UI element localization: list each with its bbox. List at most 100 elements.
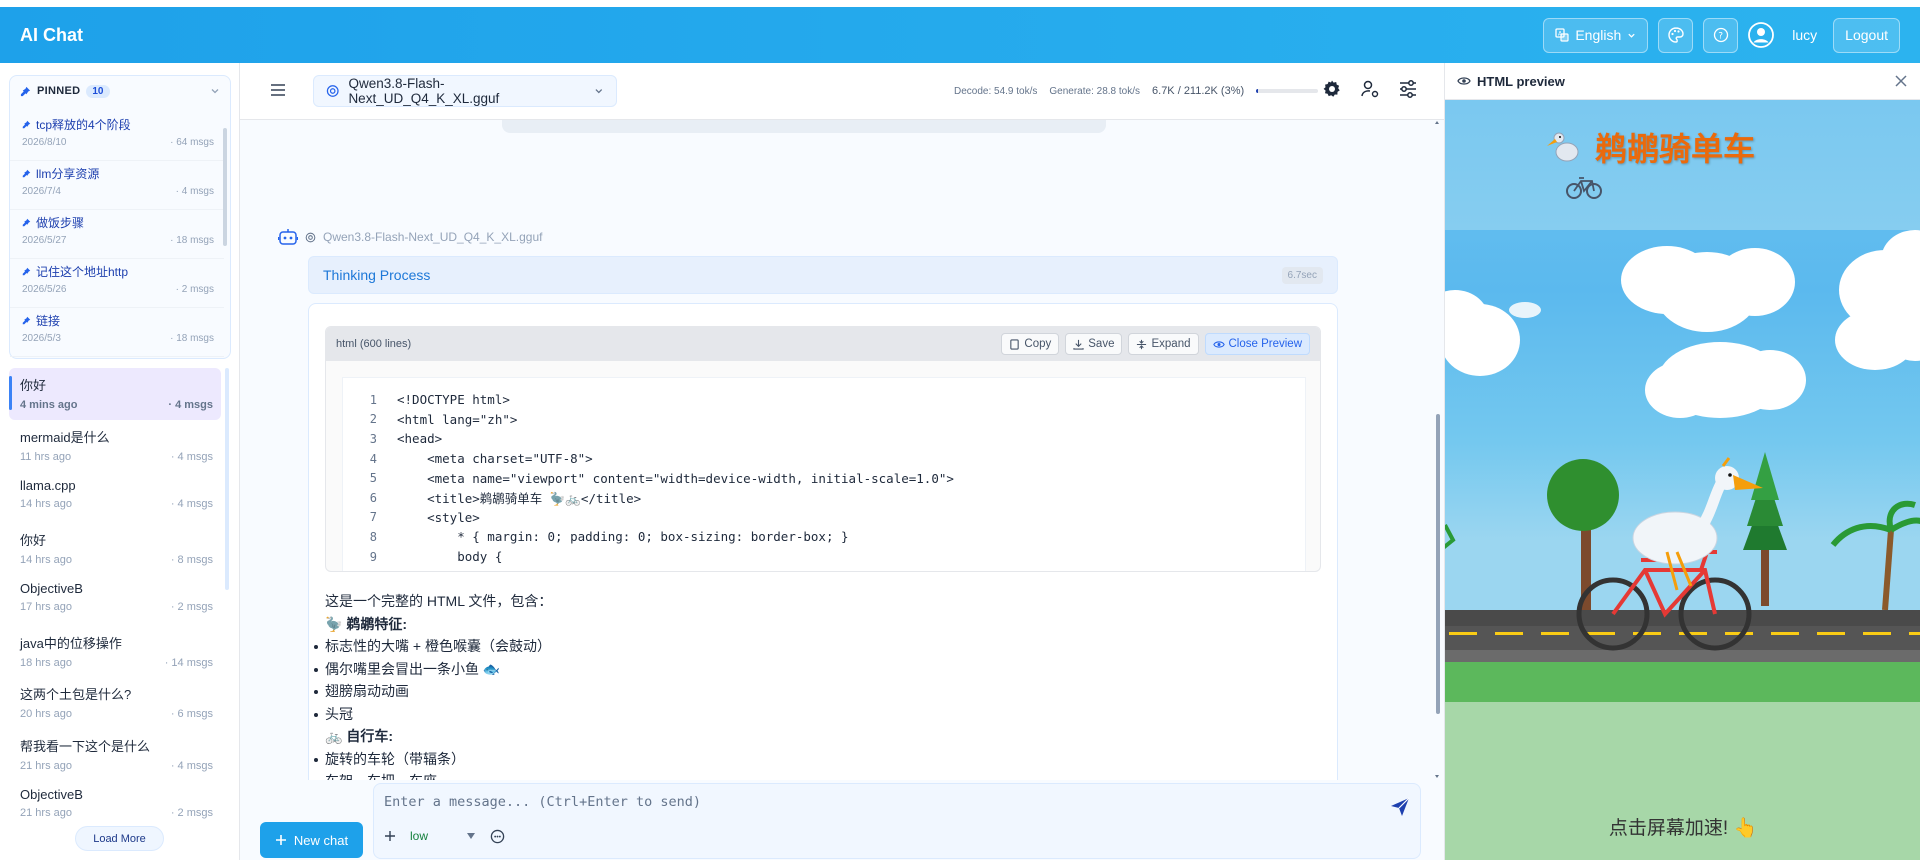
pinned-item-count: · 4 msgs [175, 186, 214, 197]
pinned-item-count: · 18 msgs [170, 333, 214, 344]
pinned-item[interactable]: llm分享资源 2026/7/4 · 4 msgs [10, 161, 224, 210]
model-name: Qwen3.8-Flash-Next_UD_Q4_K_XL.gguf [348, 76, 500, 106]
svg-text:?: ? [1718, 31, 1723, 41]
conversation-item[interactable]: ObjectiveB 17 hrs ago · 2 msgs [9, 574, 221, 626]
line-number: 5 [369, 471, 377, 486]
model-selector[interactable]: Qwen3.8-Flash-Next_UD_Q4_K_XL.gguf [313, 75, 617, 107]
message-input[interactable]: Enter a message... (Ctrl+Enter to send) [384, 794, 1344, 810]
load-more-button[interactable]: Load More [75, 826, 164, 851]
pinned-item[interactable]: 做饭步骤 2026/5/27 · 18 msgs [10, 210, 224, 259]
conversation-item[interactable]: 你好 4 mins ago · 4 msgs [9, 368, 221, 420]
close-icon[interactable] [1894, 74, 1908, 88]
conversation-item[interactable]: java中的位移操作 18 hrs ago · 14 msgs [9, 626, 221, 678]
conversation-time: 11 hrs ago [20, 450, 72, 463]
copy-label: Copy [1024, 338, 1052, 350]
code-block: html (600 lines) Copy Save Expand Close … [325, 326, 1321, 572]
pinned-item-title: 链接 [36, 314, 61, 328]
logout-button[interactable]: Logout [1833, 17, 1900, 53]
pinned-section: PINNED 10 tcp释放的4个阶段 2026/8/10 · 64 msgs ll… [9, 75, 231, 359]
sidebar: PINNED 10 tcp释放的4个阶段 2026/8/10 · 64 msgs ll… [0, 63, 240, 860]
conversation-title: 这两个土包是什么? [20, 687, 132, 702]
code-text: <head> [397, 431, 443, 447]
conversation-title: 你好 [20, 378, 47, 393]
code-line: 9 body { [343, 547, 1305, 567]
pinned-scrollbar[interactable] [223, 128, 227, 246]
chat-bubble-icon[interactable] [490, 829, 505, 844]
code-line: 8 * { margin: 0; padding: 0; box-sizing:… [343, 527, 1305, 547]
copy-icon [1010, 338, 1020, 350]
conversation-msg-count: · 4 msgs [170, 450, 213, 463]
menu-icon[interactable] [270, 83, 286, 97]
pin-icon [22, 120, 31, 129]
code-content[interactable]: 1 <!DOCTYPE html> 2 <html lang="zh"> 3 <head>… [342, 377, 1306, 571]
send-icon[interactable] [1389, 796, 1411, 818]
conversation-scrollbar[interactable] [225, 368, 229, 590]
pin-icon [20, 86, 31, 96]
conversation-title: java中的位移操作 [20, 635, 122, 651]
chat-scrollbar-thumb[interactable] [1436, 414, 1440, 714]
expand-button[interactable]: Expand [1128, 333, 1199, 355]
conversation-item[interactable]: ObjectiveB 21 hrs ago · 2 msgs [9, 780, 221, 832]
robot-icon [278, 229, 298, 245]
conversation-msg-count: · 2 msgs [170, 601, 213, 613]
code-line: 4 <meta charset="UTF-8"> [343, 449, 1305, 469]
new-chat-button[interactable]: New chat [260, 822, 363, 858]
html-preview-panel: HTML preview 鹈鹕骑单车 点击屏幕加速! 👆 [1444, 63, 1920, 860]
generate-speed: Generate: 28.8 tok/s [1049, 85, 1141, 97]
conversation-title: 帮我看一下这个是什么 [20, 738, 151, 754]
pinned-item-date: 2026/5/3 [22, 333, 61, 344]
line-number: 2 [369, 412, 377, 427]
code-text: * { margin: 0; padding: 0; box-sizing: b… [397, 529, 849, 545]
chevron-down-icon[interactable] [210, 86, 220, 96]
conversation-item[interactable]: 帮我看一下这个是什么 21 hrs ago · 4 msgs [9, 729, 221, 781]
code-line: 5 <meta name="viewport" content="width=d… [343, 468, 1305, 488]
conversation-item[interactable]: 你好 14 hrs ago · 8 msgs [9, 523, 221, 575]
pinned-item-date: 2026/5/27 [22, 235, 67, 246]
window-top-strip [0, 0, 1920, 7]
generation-stats: Decode: 54.9 tok/s Generate: 28.8 tok/s … [954, 85, 1319, 97]
chat-toolbar: Qwen3.8-Flash-Next_UD_Q4_K_XL.gguf Decod… [240, 63, 1444, 120]
pin-icon [22, 316, 31, 325]
sliders-icon[interactable] [1398, 79, 1418, 99]
language-select[interactable]: A English [1543, 17, 1649, 53]
line-number: 8 [369, 529, 377, 544]
pin-icon [22, 267, 31, 276]
chat-scroll-area[interactable]: Qwen3.8-Flash-Next_UD_Q4_K_XL.gguf Think… [240, 120, 1444, 780]
user-settings-icon[interactable] [1360, 79, 1380, 99]
conversation-item[interactable]: 这两个土包是什么? 20 hrs ago · 6 msgs [9, 677, 221, 729]
section-heading: 🦤 鹈鹕特征: [325, 615, 407, 632]
user-name: lucy [1792, 27, 1818, 43]
code-line: 7 <style> [343, 508, 1305, 528]
settings-gear-icon[interactable] [1322, 79, 1342, 99]
conversation-item[interactable]: mermaid是什么 11 hrs ago · 4 msgs [9, 420, 221, 472]
pinned-item[interactable]: tcp释放的4个阶段 2026/8/10 · 64 msgs [10, 112, 224, 161]
save-button[interactable]: Save [1065, 333, 1123, 355]
close-preview-button[interactable]: Close Preview [1204, 333, 1310, 355]
thinking-process-toggle[interactable]: Thinking Process 6.7sec [308, 256, 1338, 294]
paragraph: 这是一个完整的 HTML 文件，包含： [325, 593, 553, 610]
preview-header: HTML preview [1445, 63, 1920, 100]
pinned-item-title: llm分享资源 [36, 167, 100, 181]
conversation-time: 21 hrs ago [20, 807, 72, 819]
code-text: body { [397, 549, 503, 565]
theme-button[interactable] [1658, 17, 1694, 53]
code-text: <!DOCTYPE html> [397, 392, 510, 408]
help-button[interactable]: ? [1703, 17, 1739, 53]
chevron-down-icon [1628, 33, 1635, 38]
preview-canvas[interactable]: 鹈鹕骑单车 点击屏幕加速! 👆 [1445, 100, 1920, 860]
copy-button[interactable]: Copy [1001, 333, 1060, 355]
attach-plus-icon[interactable] [384, 830, 396, 842]
conversation-time: 14 hrs ago [20, 498, 72, 510]
code-title: html (600 lines) [336, 338, 412, 350]
reasoning-effort-select[interactable]: low [408, 826, 478, 846]
conversation-msg-count: · 6 msgs [170, 708, 213, 720]
pinned-item[interactable]: 记住这个地址http 2026/5/26 · 2 msgs [10, 259, 224, 308]
user-avatar-icon[interactable] [1748, 22, 1775, 48]
pinned-header[interactable]: PINNED 10 [10, 76, 230, 106]
bicycle-emoji-icon [1566, 177, 1602, 199]
pelican-emoji-icon [1547, 132, 1579, 162]
conversation-item[interactable]: llama.cpp 14 hrs ago · 4 msgs [9, 471, 221, 523]
pin-icon [22, 169, 31, 178]
pinned-item[interactable]: 链接 2026/5/3 · 18 msgs [10, 308, 224, 357]
code-text: display: flex; [397, 569, 592, 571]
